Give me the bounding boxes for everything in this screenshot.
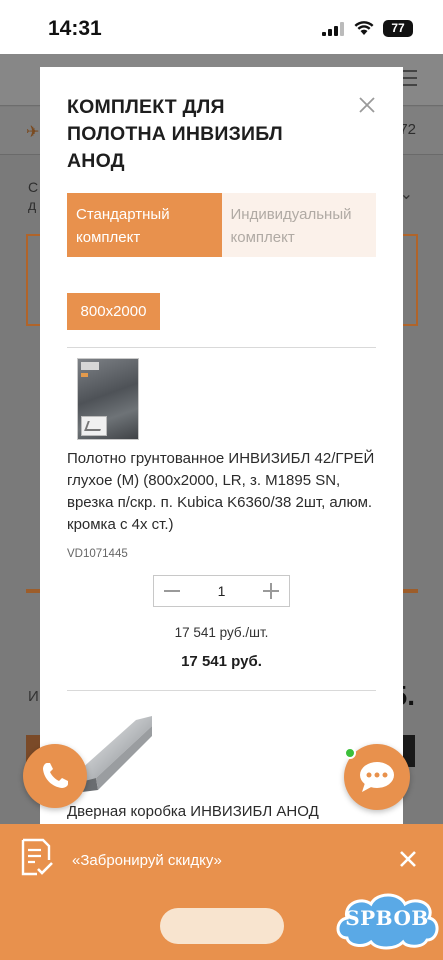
close-button[interactable]	[356, 94, 378, 116]
modal-title: КОМПЛЕКТ ДЛЯ ПОЛОТНА ИНВИЗИБЛ АНОД	[67, 96, 283, 172]
call-button[interactable]	[23, 744, 87, 808]
close-icon	[359, 97, 375, 113]
tab-custom-kit[interactable]: Индивидуальный комплект	[221, 193, 376, 257]
size-option-chip[interactable]: 800x2000	[67, 293, 160, 330]
status-bar: 14:31 77	[0, 0, 443, 54]
background-text-fragment: С д	[28, 179, 39, 213]
door-edge-inset-image	[81, 416, 107, 436]
minus-icon	[164, 590, 180, 592]
unit-price: 17 541 руб./шт.	[174, 625, 269, 640]
promo-text[interactable]: «Забронируй скидку»	[72, 852, 222, 869]
door-leaf-image[interactable]	[77, 358, 139, 440]
quantity-value[interactable]: 1	[190, 583, 253, 599]
document-check-icon	[21, 838, 53, 876]
door-frame-image[interactable]	[76, 712, 152, 792]
quantity-stepper: 1	[153, 575, 290, 607]
kit-modal: КОМПЛЕКТ ДЛЯ ПОЛОТНА ИНВИЗИБЛ АНОД Станд…	[40, 67, 403, 837]
online-status-dot	[344, 747, 356, 759]
close-promo-icon[interactable]	[398, 849, 418, 869]
battery-indicator: 77	[383, 20, 413, 37]
wifi-icon	[354, 21, 374, 35]
divider	[67, 347, 376, 348]
total-price: 17 541 руб.	[181, 653, 262, 670]
plus-icon	[263, 583, 279, 599]
status-time: 14:31	[48, 17, 102, 40]
product-name: Дверная коробка ИНВИЗИБЛ АНОД	[67, 803, 319, 820]
divider	[67, 690, 376, 691]
increase-quantity-button[interactable]	[253, 576, 289, 606]
background-label-fragment: И	[28, 688, 39, 705]
phone-icon	[43, 763, 68, 788]
product-code: VD1071445	[67, 548, 128, 560]
watermark-badge: SPBOB	[333, 888, 441, 950]
kit-tabs: Стандартный комплект Индивидуальный комп…	[67, 193, 376, 257]
tab-standard-kit[interactable]: Стандартный комплект	[67, 193, 222, 257]
promo-action-button[interactable]	[160, 908, 284, 944]
tag-icon: ✈	[26, 124, 40, 141]
cellular-signal-icon	[322, 22, 344, 36]
decrease-quantity-button[interactable]	[154, 576, 190, 606]
chat-icon	[360, 762, 394, 792]
watermark-text: SPBOB	[345, 906, 429, 930]
product-name: Полотно грунтованное ИНВИЗИБЛ 42/ГРЕЙ гл…	[67, 450, 375, 533]
